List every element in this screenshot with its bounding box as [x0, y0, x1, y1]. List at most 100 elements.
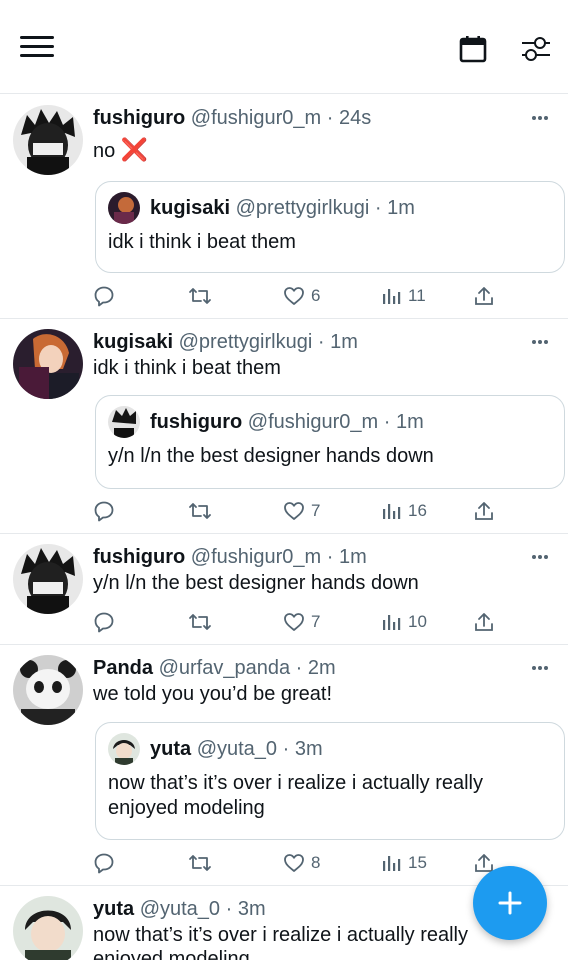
- views-button[interactable]: 10: [380, 610, 427, 634]
- timestamp[interactable]: 3m: [238, 898, 266, 920]
- retweet-button[interactable]: [188, 851, 212, 875]
- handle[interactable]: @fushigur0_m: [191, 546, 321, 568]
- tweet-actions: 6 11: [93, 284, 503, 308]
- display-name[interactable]: fushiguro: [93, 546, 185, 568]
- hamburger-icon[interactable]: [20, 36, 54, 62]
- view-count: 10: [408, 612, 427, 631]
- avatar[interactable]: [13, 896, 83, 960]
- views-button[interactable]: 11: [380, 284, 426, 308]
- handle[interactable]: @yuta_0: [140, 898, 220, 920]
- view-count: 16: [408, 501, 427, 520]
- handle[interactable]: @prettygirlkugi: [179, 331, 313, 353]
- tweet-text: now that’s it’s over i realize i actuall…: [93, 924, 468, 960]
- more-options-icon[interactable]: [530, 331, 550, 351]
- avatar[interactable]: [13, 329, 83, 399]
- compose-button[interactable]: [473, 866, 547, 940]
- more-options-icon[interactable]: [530, 546, 550, 566]
- like-button[interactable]: 7: [283, 610, 320, 634]
- analytics-icon: [383, 856, 401, 871]
- views-button[interactable]: 15: [380, 851, 427, 875]
- tweet-actions: 8 15: [93, 851, 503, 875]
- reply-button[interactable]: [93, 499, 115, 523]
- tweet[interactable]: kugisaki @prettygirlkugi · 1m idk i thin…: [0, 319, 568, 534]
- timestamp: 1m: [395, 411, 424, 433]
- share-button[interactable]: [473, 610, 495, 634]
- like-count: 7: [311, 612, 321, 631]
- tweet-header: yuta @yuta_0 · 3m: [93, 897, 266, 921]
- avatar: [108, 192, 140, 224]
- quote-tweet[interactable]: kugisaki @prettygirlkugi · 1m idk i thin…: [95, 181, 565, 273]
- separator: ·: [295, 657, 303, 679]
- more-options-icon[interactable]: [530, 107, 550, 127]
- handle: @fushigur0_m: [247, 411, 379, 433]
- tweet-header: fushiguro @fushigur0_m · 1m: [93, 545, 367, 569]
- retweet-button[interactable]: [188, 610, 212, 634]
- separator: ·: [383, 411, 391, 433]
- timestamp[interactable]: 24s: [339, 107, 371, 129]
- separator: ·: [282, 738, 290, 760]
- reply-icon: [94, 286, 114, 307]
- display-name[interactable]: Panda: [93, 657, 153, 679]
- separator: ·: [225, 898, 233, 920]
- tweet-text-body: no: [93, 140, 116, 162]
- view-count: 11: [408, 286, 426, 305]
- retweet-icon: [189, 614, 211, 630]
- views-button[interactable]: 16: [380, 499, 427, 523]
- analytics-icon: [383, 289, 401, 304]
- like-button[interactable]: 7: [283, 499, 320, 523]
- timestamp[interactable]: 1m: [330, 331, 358, 353]
- sliders-icon[interactable]: [520, 34, 552, 64]
- retweet-button[interactable]: [188, 499, 212, 523]
- tweet-header: Panda @urfav_panda · 2m: [93, 656, 336, 680]
- handle[interactable]: @urfav_panda: [159, 657, 291, 679]
- reply-button[interactable]: [93, 610, 115, 634]
- quote-header: fushiguro @fushigur0_m · 1m: [150, 410, 424, 434]
- quote-header: kugisaki @prettygirlkugi · 1m: [150, 196, 415, 220]
- tweet[interactable]: Panda @urfav_panda · 2m we told you you’…: [0, 645, 568, 886]
- avatar[interactable]: [13, 655, 83, 725]
- tweet[interactable]: fushiguro @fushigur0_m · 24s no ❌ kugisa…: [0, 95, 568, 319]
- quote-text: now that’s it’s over i realize i actuall…: [108, 772, 483, 819]
- reply-button[interactable]: [93, 851, 115, 875]
- avatar[interactable]: [13, 544, 83, 614]
- retweet-button[interactable]: [188, 284, 212, 308]
- plus-icon: [498, 891, 522, 915]
- avatar[interactable]: [13, 105, 83, 175]
- like-button[interactable]: 6: [283, 284, 320, 308]
- timestamp[interactable]: 2m: [308, 657, 336, 679]
- avatar: [108, 406, 140, 438]
- quote-text: idk i think i beat them: [108, 231, 296, 253]
- display-name: yuta: [150, 738, 192, 760]
- share-icon: [475, 502, 493, 520]
- quote-tweet[interactable]: yuta @yuta_0 · 3m now that’s it’s over i…: [95, 722, 565, 840]
- like-count: 6: [311, 286, 321, 305]
- tweet-text: idk i think i beat them: [93, 357, 281, 379]
- retweet-icon: [189, 503, 211, 519]
- quote-tweet[interactable]: fushiguro @fushigur0_m · 1m y/n l/n the …: [95, 395, 565, 489]
- timeline: fushiguro @fushigur0_m · 24s no ❌ kugisa…: [0, 95, 568, 960]
- handle[interactable]: @fushigur0_m: [191, 107, 321, 129]
- calendar-icon[interactable]: [458, 34, 488, 64]
- share-button[interactable]: [473, 284, 495, 308]
- display-name[interactable]: fushiguro: [93, 107, 185, 129]
- reply-icon: [94, 501, 114, 522]
- display-name[interactable]: kugisaki: [93, 331, 173, 353]
- tweet[interactable]: fushiguro @fushigur0_m · 1m y/n l/n the …: [0, 534, 568, 645]
- heart-icon: [284, 854, 304, 872]
- separator: ·: [317, 331, 325, 353]
- like-button[interactable]: 8: [283, 851, 320, 875]
- retweet-icon: [189, 288, 211, 304]
- timestamp[interactable]: 1m: [339, 546, 367, 568]
- like-count: 8: [311, 853, 321, 872]
- more-options-icon[interactable]: [530, 657, 550, 677]
- tweet-header: fushiguro @fushigur0_m · 24s: [93, 106, 371, 130]
- share-button[interactable]: [473, 499, 495, 523]
- view-count: 15: [408, 853, 427, 872]
- analytics-icon: [383, 615, 401, 630]
- tweet-header: kugisaki @prettygirlkugi · 1m: [93, 330, 358, 354]
- tweet-actions: 7 16: [93, 499, 503, 523]
- analytics-icon: [383, 504, 401, 519]
- tweet-text: y/n l/n the best designer hands down: [93, 572, 419, 594]
- reply-button[interactable]: [93, 284, 115, 308]
- display-name[interactable]: yuta: [93, 898, 134, 920]
